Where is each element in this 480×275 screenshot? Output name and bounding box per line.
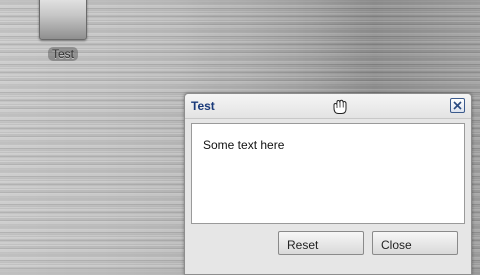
dialog-body-text: Some text here — [203, 138, 285, 152]
dialog-title: Test — [191, 99, 215, 113]
reset-button[interactable]: Reset — [278, 231, 364, 255]
app-icon — [39, 0, 87, 40]
close-icon — [453, 101, 462, 110]
dialog-titlebar[interactable]: Test — [185, 94, 471, 119]
close-button[interactable] — [450, 98, 465, 113]
close-dialog-button[interactable]: Close — [372, 231, 458, 255]
desktop-icon-test[interactable]: Test — [38, 0, 88, 63]
desktop-icon-label: Test — [47, 47, 78, 61]
dialog-content: Some text here — [191, 123, 465, 224]
dialog-window: Test Some text here Reset Close — [184, 93, 472, 275]
grab-hand-icon — [331, 99, 349, 115]
